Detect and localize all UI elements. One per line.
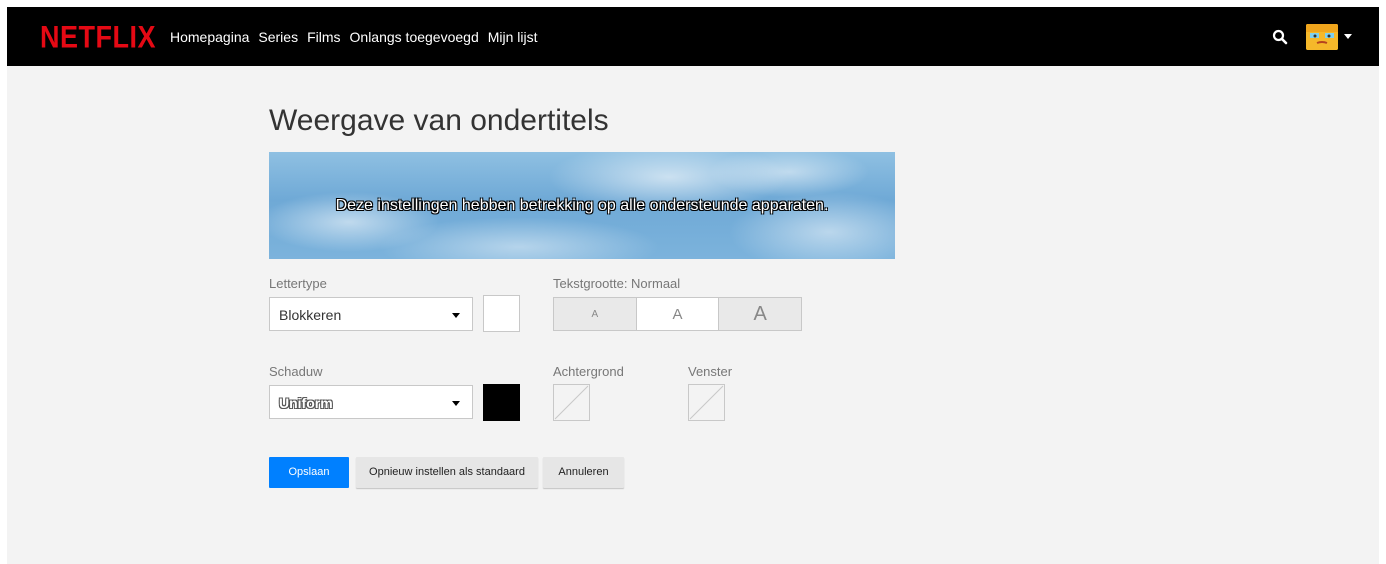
nav-home[interactable]: Homepagina	[170, 29, 249, 45]
top-navigation: NETFLIX Homepagina Series Films Onlangs …	[7, 7, 1379, 66]
reset-default-button[interactable]: Opnieuw instellen als standaard	[356, 457, 538, 488]
nav-my-list[interactable]: Mijn lijst	[488, 29, 538, 45]
page-title: Weergave van ondertitels	[269, 104, 609, 137]
shadow-label: Schaduw	[269, 364, 323, 379]
font-label: Lettertype	[269, 276, 327, 291]
no-color-icon	[554, 385, 589, 420]
profile-avatar[interactable]	[1306, 24, 1338, 50]
font-select-value: Blokkeren	[279, 307, 342, 323]
nav-series[interactable]: Series	[258, 29, 298, 45]
nav-films[interactable]: Films	[307, 29, 340, 45]
text-size-normal[interactable]: A	[635, 298, 719, 330]
main-nav: Homepagina Series Films Onlangs toegevoe…	[170, 7, 547, 66]
avatar-face-icon	[1306, 24, 1338, 50]
shadow-select-value: Uniform	[279, 395, 333, 411]
preview-text: Deze instellingen hebben betrekking op a…	[335, 196, 829, 214]
profile-menu-caret-icon[interactable]	[1344, 34, 1352, 39]
chevron-down-icon	[452, 401, 460, 406]
shadow-select[interactable]: Uniform	[269, 385, 473, 419]
font-select[interactable]: Blokkeren	[269, 297, 473, 331]
subtitle-preview: Deze instellingen hebben betrekking op a…	[269, 152, 895, 259]
background-label: Achtergrond	[553, 364, 624, 379]
nav-recently-added[interactable]: Onlangs toegevoegd	[350, 29, 479, 45]
app-frame: NETFLIX Homepagina Series Films Onlangs …	[7, 7, 1379, 564]
window-label: Venster	[688, 364, 733, 379]
no-color-icon	[689, 385, 724, 420]
netflix-logo[interactable]: NETFLIX	[40, 20, 156, 56]
shadow-color-swatch[interactable]	[483, 384, 520, 421]
search-icon[interactable]	[1272, 29, 1288, 45]
chevron-down-icon	[452, 313, 460, 318]
save-button[interactable]: Opslaan	[269, 457, 349, 488]
text-size-label: Tekstgrootte: Normaal	[553, 276, 681, 291]
cancel-button[interactable]: Annuleren	[543, 457, 624, 488]
text-size-large[interactable]: A	[718, 298, 802, 330]
text-size-small[interactable]: A	[554, 298, 636, 330]
window-color-swatch[interactable]	[688, 384, 725, 421]
text-size-group: A A A	[553, 297, 802, 331]
font-color-swatch[interactable]	[483, 295, 520, 332]
background-color-swatch[interactable]	[553, 384, 590, 421]
